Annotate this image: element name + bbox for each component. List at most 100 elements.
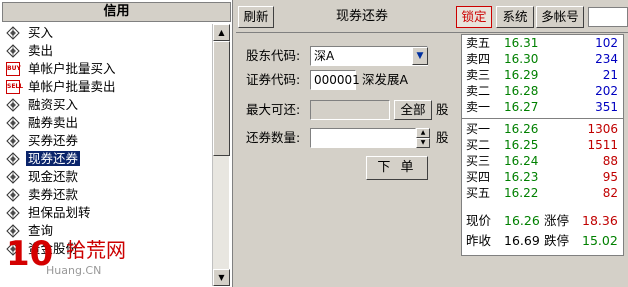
system-button[interactable]: 系统 <box>496 6 534 28</box>
level-label: 买五 <box>466 186 491 200</box>
stats-row: 现价 16.26 涨停 18.36 <box>462 211 623 231</box>
bid-row[interactable]: 买三 16.24 88 <box>462 153 623 169</box>
level-label: 买二 <box>466 138 491 152</box>
scroll-down-button[interactable]: ▼ <box>213 269 230 286</box>
diamond-icon <box>6 206 20 220</box>
tree-item[interactable]: 现金还款 <box>2 168 212 186</box>
page-title: 现券还券 <box>336 9 389 24</box>
multi-account-button[interactable]: 多帐号 <box>536 6 584 28</box>
place-order-button[interactable]: 下 单 <box>366 156 428 180</box>
toolbar: 刷新 现券还券 锁定 系统 多帐号 <box>236 4 628 33</box>
quote-panel: 卖五 16.31 102 卖四 16.30 234 卖三 16.29 21 卖二 16.28 202 卖… <box>461 34 624 256</box>
refresh-button[interactable]: 刷新 <box>238 6 274 28</box>
limit-up-label: 涨停 <box>544 213 570 228</box>
ask-row[interactable]: 卖二 16.28 202 <box>462 83 623 99</box>
bid-row[interactable]: 买四 16.23 95 <box>462 169 623 185</box>
level-price: 16.31 <box>504 36 539 50</box>
ask-row[interactable]: 卖三 16.29 21 <box>462 67 623 83</box>
toolbar-input[interactable] <box>588 7 628 27</box>
tree-item-label: 单帐户批量卖出 <box>28 79 116 94</box>
security-code-input[interactable]: 000001 <box>310 70 360 90</box>
bid-row[interactable]: 买五 16.22 82 <box>462 185 623 201</box>
bid-row[interactable]: 买一 16.26 1306 <box>462 121 623 137</box>
diamond-icon <box>6 26 20 40</box>
scroll-thumb[interactable] <box>213 41 230 156</box>
level-label: 卖四 <box>466 52 491 66</box>
level-price: 16.28 <box>504 84 539 98</box>
level-label: 买四 <box>466 170 491 184</box>
diamond-icon <box>6 152 20 166</box>
limit-down-label: 跌停 <box>544 233 570 248</box>
diamond-icon <box>6 98 20 112</box>
level-price: 16.23 <box>504 170 539 184</box>
diamond-icon <box>6 44 20 58</box>
tree-item[interactable]: 融资买入 <box>2 96 212 114</box>
ask-row[interactable]: 卖四 16.30 234 <box>462 51 623 67</box>
bid-row[interactable]: 买二 16.25 1511 <box>462 137 623 153</box>
toolbar-divider <box>236 32 628 33</box>
level-volume: 82 <box>602 186 618 200</box>
tree-item[interactable]: 担保品划转 <box>2 204 212 222</box>
level-label: 卖三 <box>466 68 491 82</box>
buy-icon: BUY <box>6 62 21 76</box>
shareholder-code-select[interactable]: 深A <box>310 46 428 66</box>
tree-item-label: 现券还券 <box>26 151 81 166</box>
tree-item[interactable]: SELL 单帐户批量卖出 <box>2 78 212 96</box>
level-label: 卖五 <box>466 36 491 50</box>
tree-item[interactable]: 买入 <box>2 24 212 42</box>
tree-header: 信用 <box>2 2 231 22</box>
max-repay-field <box>310 100 390 120</box>
repay-form: 股东代码: 深A ▼ 证券代码: 000001 深发展A 最大可还: 全部 股 … <box>236 34 458 194</box>
tree-item[interactable]: BUY 单帐户批量买入 <box>2 60 212 78</box>
level-volume: 102 <box>595 36 618 50</box>
repay-qty-label: 还券数量: <box>246 130 301 145</box>
level-price: 16.25 <box>504 138 539 152</box>
security-code-label: 证券代码: <box>246 72 301 87</box>
shareholder-code-label: 股东代码: <box>246 48 301 63</box>
scroll-up-button[interactable]: ▲ <box>213 24 230 41</box>
level-volume: 1306 <box>587 122 618 136</box>
ask-row[interactable]: 卖五 16.31 102 <box>462 35 623 51</box>
level-label: 买一 <box>466 122 491 136</box>
tree-scrollbar[interactable]: ▲ ▼ <box>212 24 230 286</box>
level-volume: 21 <box>602 68 618 82</box>
sell-icon: SELL <box>6 80 23 94</box>
last-price-label: 现价 <box>466 213 492 228</box>
tree-item[interactable]: 卖出 <box>2 42 212 60</box>
tree-item-label: 卖券还款 <box>28 187 79 202</box>
diamond-icon <box>6 170 20 184</box>
level-label: 卖一 <box>466 100 491 114</box>
level-volume: 202 <box>595 84 618 98</box>
level-volume: 351 <box>595 100 618 114</box>
level-volume: 234 <box>595 52 618 66</box>
repay-qty-input[interactable] <box>310 128 416 148</box>
limit-up-value: 18.36 <box>582 213 618 228</box>
spin-down-icon[interactable]: ▼ <box>416 138 430 148</box>
quote-stats: 现价 16.26 涨停 18.36 昨收 16.69 跌停 15.02 <box>462 211 623 251</box>
level-price: 16.27 <box>504 100 539 114</box>
tree-item[interactable]: 融券卖出 <box>2 114 212 132</box>
last-price-value: 16.26 <box>504 213 540 228</box>
lock-button[interactable]: 锁定 <box>456 6 492 28</box>
watermark-url: Huang.CN <box>46 264 102 277</box>
tree-item-label: 融资买入 <box>28 97 79 112</box>
spin-up-icon[interactable]: ▲ <box>416 128 430 138</box>
level-volume: 95 <box>602 170 618 184</box>
level-price: 16.22 <box>504 186 539 200</box>
tree-item[interactable]: 买券还券 <box>2 132 212 150</box>
qty-unit-label: 股 <box>436 130 449 145</box>
tree-item[interactable]: 现券还券 <box>2 150 212 168</box>
tree-item-label: 买入 <box>28 25 54 40</box>
chevron-down-icon[interactable]: ▼ <box>412 47 428 65</box>
tree-item-label: 担保品划转 <box>28 205 91 220</box>
all-button[interactable]: 全部 <box>394 100 432 120</box>
diamond-icon <box>6 188 20 202</box>
tree-item[interactable]: 卖券还款 <box>2 186 212 204</box>
level-volume: 88 <box>602 154 618 168</box>
limit-down-value: 15.02 <box>582 233 618 248</box>
diamond-icon <box>6 134 20 148</box>
ask-row[interactable]: 卖一 16.27 351 <box>462 99 623 115</box>
level-volume: 1511 <box>587 138 618 152</box>
watermark-logo: 10 拾荒网 Huang.CN <box>2 232 152 287</box>
ask-list: 卖五 16.31 102 卖四 16.30 234 卖三 16.29 21 卖二 16.28 202 卖… <box>462 35 623 115</box>
